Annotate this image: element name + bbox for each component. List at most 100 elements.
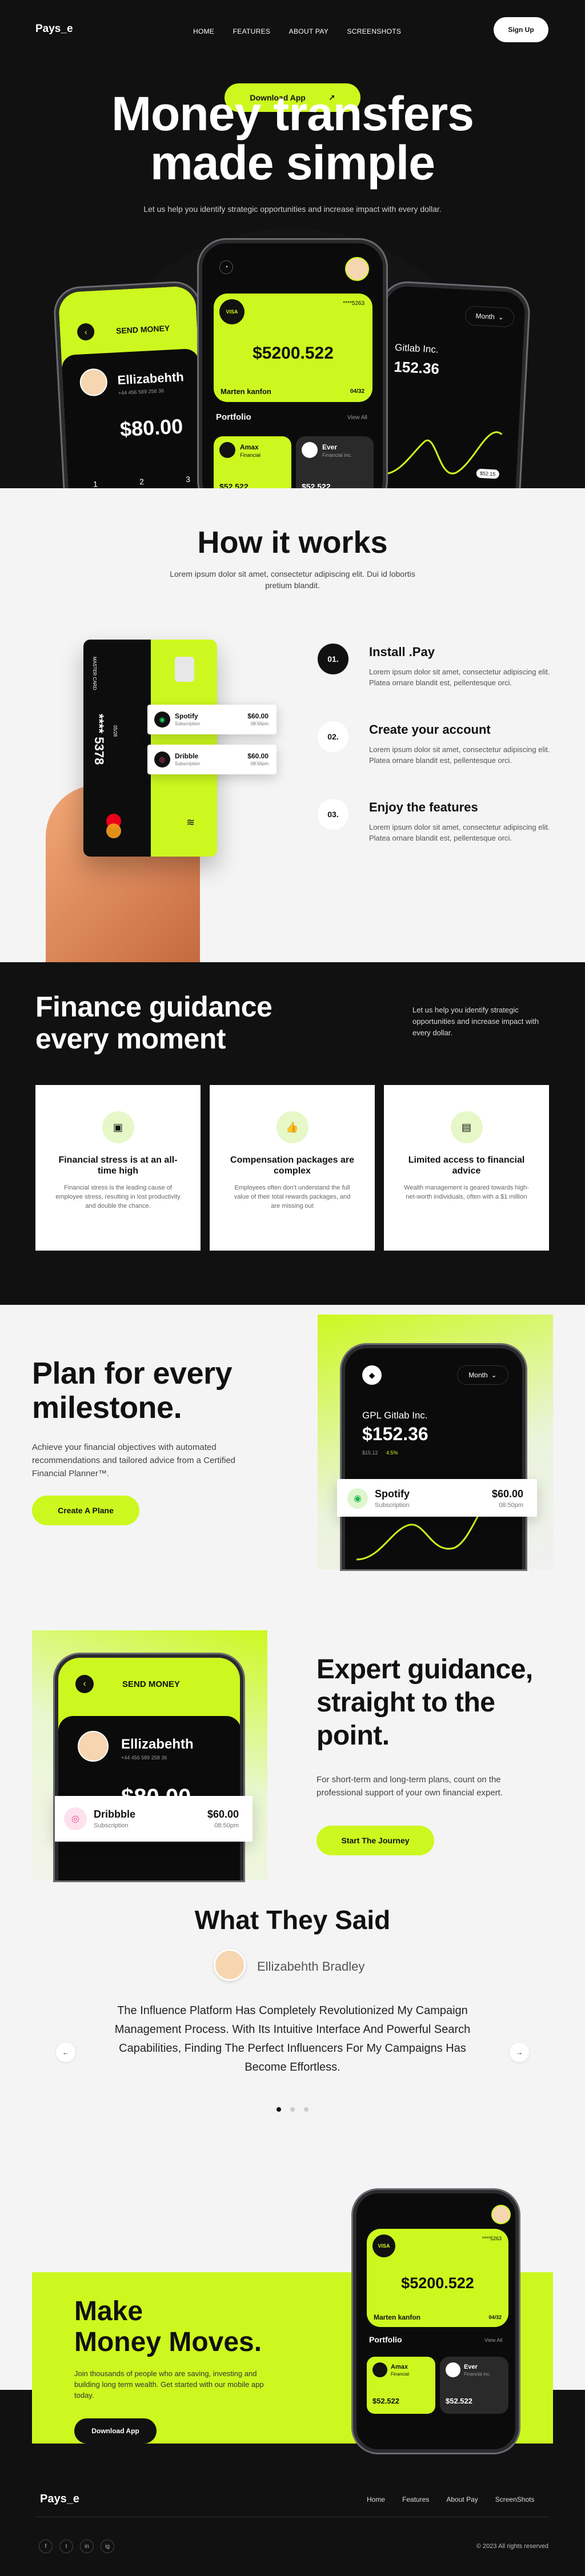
amax-icon — [219, 442, 235, 458]
cta-desc: Join thousands of people who are saving,… — [74, 2369, 264, 2400]
nav-features[interactable]: FEATURES — [233, 27, 271, 35]
feature-3-desc: Wealth management is geared towards high… — [404, 1184, 529, 1200]
tx-card-dribbble[interactable]: ◎ Dribble Subscription $60.00 08:56pm — [147, 745, 277, 774]
send-amount: $80.00 — [119, 414, 184, 441]
plan-tx-time: 08:50pm — [499, 1502, 523, 1509]
cta-tile-1[interactable]: Amax Financial $52.522 — [367, 2357, 435, 2414]
nav-screenshots[interactable]: SCREENSHOTS — [347, 27, 401, 35]
carousel-dot-3[interactable] — [304, 2107, 308, 2112]
tile2-sub: Financial inc. — [322, 452, 352, 458]
hero-section: Pays_e HOME FEATURES ABOUT PAY SCREENSHO… — [0, 0, 585, 488]
social-links: f t in ig — [39, 2539, 114, 2553]
cta-section: Make Money Moves. Join thousands of peop… — [0, 2167, 585, 2576]
chevron-down-icon: ⌄ — [491, 1371, 497, 1379]
key-3[interactable]: 3 — [186, 475, 191, 484]
mastercard-yellow-circle — [106, 823, 121, 838]
ever-icon — [302, 442, 318, 458]
cta-title-line2: Money Moves. — [74, 2327, 262, 2357]
card-holder: Marten kanfon — [221, 387, 271, 396]
cta-phone: VISA ****5263 $5200.522 Marten kanfon 04… — [353, 2190, 519, 2453]
cta-balance-amount: $5200.522 — [401, 2274, 474, 2292]
feature-2-desc: Employees often don't understand the ful… — [234, 1184, 351, 1209]
expert-section: ‹ SEND MONEY Ellizabehth +44 456 589 258… — [0, 1630, 585, 1904]
tx2-time: 08:56pm — [250, 761, 269, 766]
expert-tx-sub: Subscription — [94, 1822, 129, 1829]
finance-title-line1: Finance guidance — [35, 991, 273, 1023]
profile-avatar[interactable] — [345, 257, 369, 281]
carousel-dot-1[interactable] — [277, 2107, 281, 2112]
plan-title-line2: milestone. — [32, 1391, 182, 1425]
next-arrow-icon[interactable]: → — [510, 2043, 529, 2062]
twitter-icon[interactable]: t — [59, 2539, 73, 2553]
linkedin-icon[interactable]: in — [80, 2539, 94, 2553]
view-all-link[interactable]: View All — [347, 415, 367, 421]
contactless-icon: ≋ — [186, 817, 195, 828]
cta-tile2-name: Ever — [464, 2364, 478, 2370]
month-label: Month — [475, 312, 495, 321]
card-number-vertical: **** 5378 — [92, 714, 106, 765]
cta-balance-card[interactable]: VISA ****5263 $5200.522 Marten kanfon 04… — [367, 2229, 508, 2327]
portfolio-tile-2[interactable]: Ever Financial inc. $52.522 — [296, 436, 374, 488]
feature-card-2: 👍 Compensation packages are complex Empl… — [210, 1085, 375, 1251]
step-3-desc: Lorem ipsum dolor sit amet, consectetur … — [369, 823, 550, 842]
card-number: ****5263 — [343, 300, 364, 307]
key-1[interactable]: 1 — [93, 479, 98, 488]
footer-link-screenshots[interactable]: ScreenShots — [495, 2495, 535, 2503]
feature-2-title: Compensation packages are complex — [230, 1155, 354, 1176]
tx2-sub: Subscription — [175, 761, 201, 766]
expert-contact-name: Ellizabehth — [121, 1737, 194, 1752]
expert-tx-time: 08:50pm — [214, 1822, 239, 1829]
cta-download-button[interactable]: Download App — [74, 2418, 157, 2444]
balance-card[interactable]: VISA ****5263 $5200.522 Marten kanfon 04… — [214, 294, 372, 402]
plan-title: Plan for every milestone. — [32, 1356, 233, 1425]
nav-home[interactable]: HOME — [193, 27, 214, 35]
hero-left-phone: ‹ SEND MONEY Ellizabehth +44 456 589 258… — [54, 282, 211, 488]
cta-card-brand: VISA — [372, 2235, 395, 2257]
expert-tx-card[interactable]: ◎ Dribbble Subscription $60.00 08:50pm — [55, 1796, 253, 1842]
carousel-dot-2[interactable] — [290, 2107, 295, 2112]
footer-brand[interactable]: Pays_e — [40, 2493, 79, 2506]
cta-view-all-link[interactable]: View All — [484, 2337, 502, 2343]
expert-title-line3: point. — [316, 1721, 390, 1751]
signup-button[interactable]: Sign Up — [494, 17, 548, 42]
wallet-icon: ▣ — [102, 1111, 134, 1143]
bell-icon[interactable]: ◔ — [219, 260, 233, 274]
portfolio-label: Portfolio — [216, 412, 251, 422]
footer-link-features[interactable]: Features — [402, 2495, 429, 2503]
plan-tx-name: Spotify — [375, 1488, 410, 1500]
instagram-icon[interactable]: ig — [101, 2539, 114, 2553]
expert-title-line1: Expert guidance, — [316, 1654, 533, 1685]
tile2-name: Ever — [322, 443, 338, 451]
prev-arrow-icon[interactable]: ← — [56, 2043, 75, 2062]
testimonial-quote: The Influence Platform Has Completely Re… — [114, 2004, 471, 2073]
portfolio-tile-1[interactable]: Amax Financial $52.522 — [214, 436, 291, 488]
start-journey-button[interactable]: Start The Journey — [316, 1826, 434, 1855]
tx-card-spotify[interactable]: ◉ Spotify Subscription $60.00 08:56pm — [147, 705, 277, 734]
create-plan-button[interactable]: Create A Plane — [32, 1496, 139, 1525]
plan-company: GPL Gitlab Inc. — [362, 1410, 428, 1421]
back-arrow-icon[interactable]: ‹ — [75, 1675, 94, 1693]
month-selector[interactable]: Month ⌄ — [464, 306, 515, 328]
plan-month-selector[interactable]: Month ⌄ — [457, 1365, 508, 1385]
finance-desc: Let us help you identify strategic oppor… — [412, 1006, 539, 1037]
footer-link-about[interactable]: About Pay — [446, 2495, 478, 2503]
plan-tx-card[interactable]: ◉ Spotify Subscription $60.00 08:50pm — [337, 1479, 537, 1517]
tx1-name: Spotify — [175, 712, 198, 720]
footer-link-home[interactable]: Home — [367, 2495, 385, 2503]
how-subtitle: Lorem ipsum dolor sit amet, consectetur … — [170, 569, 415, 590]
facebook-icon[interactable]: f — [39, 2539, 53, 2553]
brand-logo[interactable]: Pays_e — [35, 23, 73, 35]
cta-tile-2[interactable]: Ever Financial inc. $52.522 — [440, 2357, 508, 2414]
expert-title-line2: straight to the — [316, 1687, 495, 1718]
how-section: How it works Lorem ipsum dolor sit amet,… — [0, 488, 585, 962]
card-brand-badge: VISA — [219, 299, 245, 324]
profile-avatar[interactable] — [491, 2205, 511, 2224]
tile2-value: $52.522 — [302, 482, 331, 488]
step-3-title: Enjoy the features — [369, 800, 478, 814]
hero-center-phone: ◔ VISA ****5263 $5200.522 Marten kanfon … — [199, 240, 386, 488]
plan-month-label: Month — [468, 1371, 488, 1379]
step-1-number: 01. — [318, 644, 348, 674]
tx1-time: 08:56pm — [250, 721, 269, 726]
key-2[interactable]: 2 — [139, 477, 145, 486]
nav-about[interactable]: ABOUT PAY — [289, 27, 328, 35]
